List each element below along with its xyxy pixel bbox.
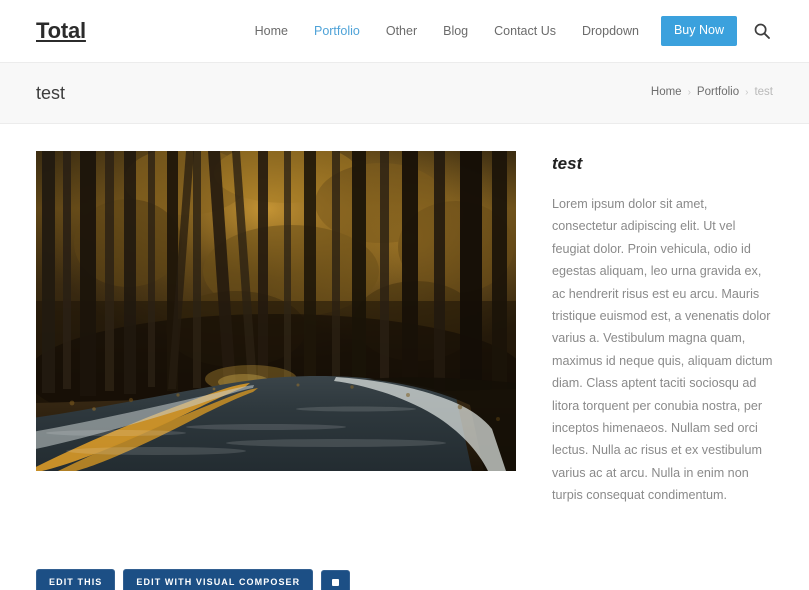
admin-button-bar: Edit This Edit with Visual Composer <box>0 507 809 590</box>
nav-item-contact-us[interactable]: Contact Us <box>481 25 569 38</box>
entry-body: Lorem ipsum dolor sit amet, consectetur … <box>552 197 773 503</box>
page-title: test <box>36 83 66 103</box>
close-admin-bar-button[interactable] <box>321 569 351 590</box>
buy-now-button[interactable]: Buy Now <box>660 16 737 46</box>
nav-item-blog[interactable]: Blog <box>430 25 481 38</box>
page-title-band: test Home › Portfolio › test <box>0 62 809 124</box>
breadcrumb-item-current: test <box>754 86 773 99</box>
close-square-icon <box>332 578 340 586</box>
main-content: test Lorem ipsum dolor sit amet, consect… <box>0 124 809 507</box>
site-header: Total Home Portfolio Other Blog Contact … <box>0 0 809 62</box>
site-logo[interactable]: Total <box>36 20 86 42</box>
edit-this-button[interactable]: Edit This <box>36 568 116 590</box>
breadcrumb-separator-icon: › <box>687 87 691 98</box>
nav-item-other[interactable]: Other <box>373 25 430 38</box>
nav-item-portfolio[interactable]: Portfolio <box>301 25 373 38</box>
primary-navigation: Home Portfolio Other Blog Contact Us Dro… <box>242 16 773 46</box>
breadcrumb-separator-icon: › <box>745 87 749 98</box>
photo-forest-road <box>36 151 516 471</box>
portfolio-featured-image <box>36 151 516 471</box>
text-column: test Lorem ipsum dolor sit amet, consect… <box>516 151 773 507</box>
entry-title: test <box>552 154 583 173</box>
breadcrumb: Home › Portfolio › test <box>651 87 773 99</box>
search-toggle-button[interactable] <box>753 22 771 40</box>
search-icon <box>754 23 770 39</box>
nav-item-home[interactable]: Home <box>242 25 301 38</box>
media-column <box>36 151 516 507</box>
nav-item-dropdown[interactable]: Dropdown <box>569 25 652 38</box>
breadcrumb-item-portfolio[interactable]: Portfolio <box>697 87 739 99</box>
edit-with-visual-composer-button[interactable]: Edit with Visual Composer <box>123 568 314 590</box>
breadcrumb-item-home[interactable]: Home <box>651 87 682 99</box>
